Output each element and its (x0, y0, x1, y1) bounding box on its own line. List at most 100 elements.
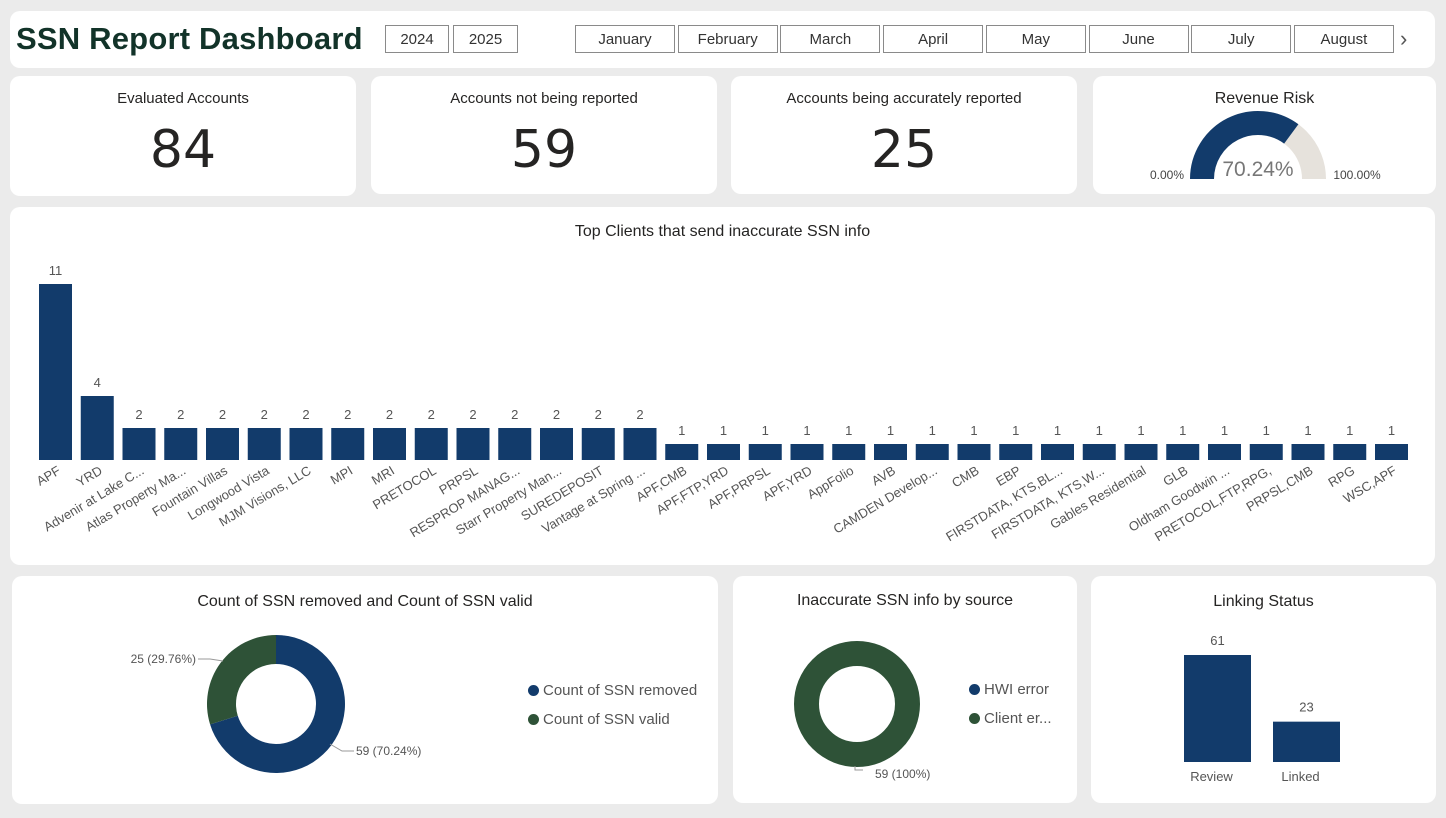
bar[interactable] (1333, 444, 1367, 460)
page-title: SSN Report Dashboard (16, 21, 363, 56)
bar-value-label: 1 (1054, 423, 1061, 438)
kpi-label: Accounts not being reported (450, 90, 638, 107)
bar[interactable] (1041, 444, 1074, 460)
bar[interactable] (707, 444, 740, 460)
kpi-value: 59 (510, 120, 578, 180)
bar-value-label: 2 (511, 407, 518, 422)
bar-value-label: 2 (177, 407, 184, 422)
bar[interactable] (1124, 444, 1158, 460)
linking-status-card: Linking Status 61 Review 23 Linked (1091, 576, 1436, 803)
bar-value-label: 2 (469, 407, 476, 422)
bar[interactable] (874, 444, 907, 460)
bar-value-label: 1 (887, 423, 894, 438)
bar[interactable] (331, 428, 365, 460)
kpi-label: Evaluated Accounts (117, 90, 249, 107)
legend-item-ssn-removed[interactable]: Count of SSN removed (528, 676, 697, 705)
year-button-0[interactable]: 2024 (385, 25, 449, 53)
bar-value-label: 1 (1263, 423, 1270, 438)
month-button-4[interactable]: May (985, 25, 1086, 53)
revenue-risk-gauge: 70.24% 0.00% 100.00% (1150, 111, 1381, 182)
kpi-card-evaluated-accounts: Evaluated Accounts 84 (10, 76, 356, 196)
donut-slice[interactable] (206, 635, 276, 725)
bar-value-label: 1 (929, 423, 936, 438)
bar-value-label: 1 (1137, 423, 1144, 438)
kpi-card-not-reported: Accounts not being reported 59 (371, 76, 717, 194)
bar-value-label: 2 (428, 407, 435, 422)
bar[interactable] (1166, 444, 1200, 460)
bar[interactable] (164, 428, 198, 460)
bar[interactable] (373, 428, 406, 460)
bar-value-label: 4 (94, 375, 101, 390)
bar-value-label: 1 (970, 423, 977, 438)
kpi-value: 84 (149, 120, 217, 180)
bar[interactable] (1375, 444, 1408, 460)
bar[interactable] (581, 428, 615, 460)
bar[interactable] (289, 428, 323, 460)
bar[interactable] (1208, 444, 1241, 460)
month-button-5[interactable]: June (1088, 25, 1189, 53)
bar[interactable] (1184, 655, 1251, 762)
top-clients-chart: 11APF4YRD2Advenir at Lake C...2Atlas Pro… (34, 263, 1408, 544)
gauge-max-label: 100.00% (1333, 168, 1381, 182)
legend-item-client-error[interactable]: Client er... (969, 704, 1052, 733)
category-label: MPI (328, 463, 356, 488)
bar-value-label: 1 (720, 423, 727, 438)
month-button-7[interactable]: August (1293, 25, 1394, 53)
data-label-valid: 25 (29.76%) (131, 652, 196, 666)
bar[interactable] (39, 284, 72, 460)
bar[interactable] (748, 444, 782, 460)
bar-value-label: 23 (1299, 700, 1313, 715)
ssn-donut-legend: Count of SSN removed Count of SSN valid (528, 676, 697, 734)
bar[interactable] (1273, 721, 1340, 762)
bar-value-label: 2 (219, 407, 226, 422)
month-button-2[interactable]: March (780, 25, 881, 53)
gauge-value-label: 70.24% (1222, 158, 1293, 181)
linking-status-chart: 61 Review 23 Linked (1184, 633, 1340, 784)
legend-item-hwi-error[interactable]: HWI error (969, 675, 1052, 704)
bar[interactable] (414, 428, 448, 460)
bar[interactable] (122, 428, 156, 460)
bar[interactable] (80, 396, 114, 460)
top-clients-card: Top Clients that send inaccurate SSN inf… (10, 207, 1435, 565)
bar[interactable] (247, 428, 281, 460)
legend-label: Count of SSN removed (543, 682, 698, 699)
gauge-min-label: 0.00% (1150, 168, 1184, 182)
month-button-1[interactable]: February (677, 25, 778, 53)
year-button-1[interactable]: 2025 (453, 25, 518, 53)
category-label: MRI (369, 463, 397, 488)
bar[interactable] (456, 428, 490, 460)
bar-value-label: 2 (636, 407, 643, 422)
bar-value-label: 1 (1388, 423, 1395, 438)
bar[interactable] (790, 444, 824, 460)
month-button-3[interactable]: April (883, 25, 984, 53)
category-label: Linked (1281, 769, 1319, 784)
bar[interactable] (915, 444, 949, 460)
legend-item-ssn-valid[interactable]: Count of SSN valid (528, 705, 697, 734)
month-button-0[interactable]: January (575, 25, 675, 53)
bar[interactable] (1249, 444, 1283, 460)
bar[interactable] (206, 428, 239, 460)
bar-value-label: 1 (1304, 423, 1311, 438)
bar[interactable] (623, 428, 657, 460)
bar-value-label: 2 (302, 407, 309, 422)
bar[interactable] (498, 428, 532, 460)
bar[interactable] (1082, 444, 1116, 460)
bar-value-label: 1 (845, 423, 852, 438)
bar-value-label: 2 (135, 407, 142, 422)
ssn-removed-valid-card: Count of SSN removed and Count of SSN va… (12, 576, 718, 804)
month-button-6[interactable]: July (1191, 25, 1292, 53)
revenue-risk-card: Revenue Risk 70.24% 0.00% 100.00% (1093, 76, 1436, 194)
bar[interactable] (665, 444, 699, 460)
source-donut-legend: HWI error Client er... (969, 675, 1052, 733)
bar[interactable] (832, 444, 866, 460)
category-label: APF (34, 463, 63, 489)
bar[interactable] (1291, 444, 1325, 460)
bar-value-label: 61 (1210, 633, 1224, 648)
bar[interactable] (957, 444, 991, 460)
chevron-right-icon[interactable]: › (1400, 25, 1407, 53)
category-label: Review (1190, 769, 1233, 784)
donut-slice[interactable] (794, 641, 920, 767)
bar[interactable] (999, 444, 1033, 460)
bar-value-label: 2 (344, 407, 351, 422)
bar[interactable] (540, 428, 573, 460)
